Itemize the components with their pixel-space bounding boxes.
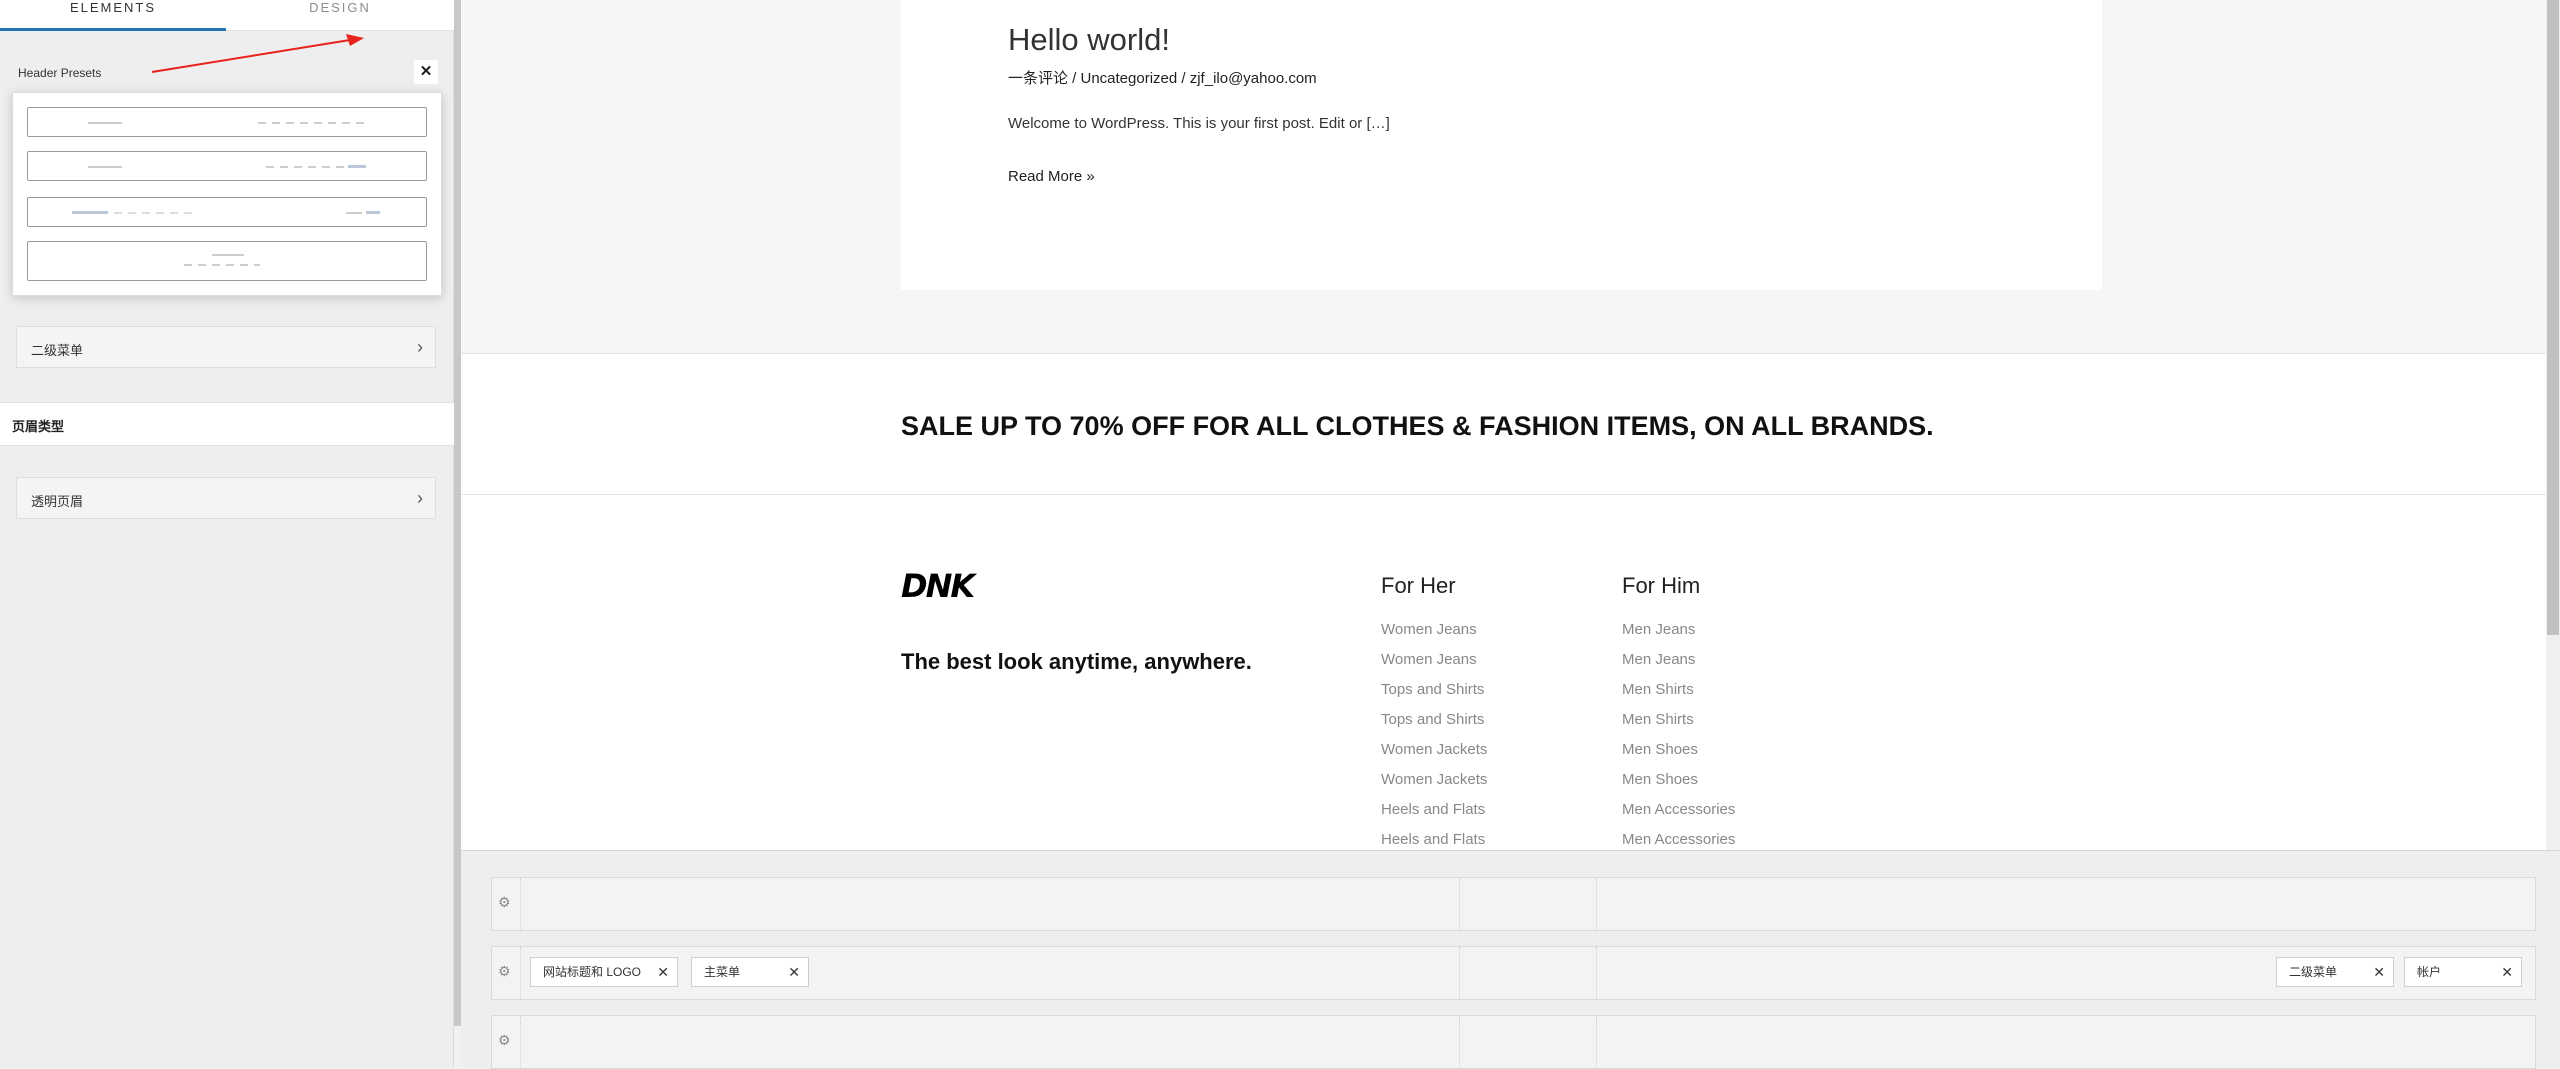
footer-link[interactable]: Men Shirts — [1622, 711, 1735, 741]
footer-tagline: The best look anytime, anywhere. — [901, 649, 1252, 674]
footer-column-title: For Him — [1622, 573, 1701, 598]
header-preset-4[interactable] — [27, 241, 427, 281]
header-preset-1[interactable] — [27, 107, 427, 137]
builder-chip-account[interactable]: 帐户 ✕ — [2404, 957, 2522, 987]
header-presets-label: Header Presets — [18, 66, 102, 80]
chip-label: 帐户 — [2417, 965, 2442, 979]
footer-column-her: For Her Women Jeans Women Jeans Tops and… — [1381, 573, 1487, 850]
site-preview: Hello world! 一条评论 / Uncategorized / zjf_… — [461, 0, 2546, 850]
footer-link[interactable]: Men Accessories — [1622, 831, 1735, 850]
sidebar-item-secondary-menu[interactable]: 二级菜单 › — [16, 326, 436, 368]
chip-label: 网站标题和 LOGO — [543, 965, 642, 979]
post-title[interactable]: Hello world! — [1008, 22, 1170, 58]
tab-elements[interactable]: ELEMENTS — [0, 0, 226, 31]
preview-scrollbar-thumb[interactable] — [2547, 0, 2559, 635]
sidebar-item-transparent-header[interactable]: 透明页眉 › — [16, 477, 436, 519]
chevron-right-icon: › — [417, 488, 423, 508]
chevron-right-icon: › — [417, 337, 423, 357]
header-preset-2[interactable] — [27, 151, 427, 181]
site-logo[interactable]: DNK — [901, 567, 975, 605]
footer-link[interactable]: Men Shirts — [1622, 681, 1735, 711]
footer-link[interactable]: Men Jeans — [1622, 651, 1735, 681]
builder-chip-site-logo[interactable]: 网站标题和 LOGO ✕ — [530, 957, 678, 987]
footer-link[interactable]: Tops and Shirts — [1381, 711, 1487, 741]
footer-link[interactable]: Women Jackets — [1381, 771, 1487, 801]
chip-label: 二级菜单 — [2289, 965, 2338, 979]
footer-link[interactable]: Men Shoes — [1622, 771, 1735, 801]
customizer-sidebar: ELEMENTS DESIGN Header Presets ✕ 二级菜单 › … — [0, 0, 454, 1068]
read-more-link[interactable]: Read More » — [1008, 168, 1095, 185]
footer-column-title: For Her — [1381, 573, 1456, 598]
site-footer: DNK The best look anytime, anywhere. For… — [461, 495, 2546, 850]
header-presets-popup — [12, 92, 442, 296]
footer-link[interactable]: Men Accessories — [1622, 801, 1735, 831]
builder-row-main[interactable]: ⚙ 网站标题和 LOGO ✕ 主菜单 ✕ 二级菜单 ✕ 帐户 ✕ — [491, 946, 2536, 1000]
footer-link[interactable]: Heels and Flats — [1381, 801, 1487, 831]
post-excerpt: Welcome to WordPress. This is your first… — [1008, 115, 1390, 132]
sidebar-scrollbar[interactable] — [454, 0, 461, 1026]
annotation-arrow-icon — [151, 34, 364, 73]
builder-chip-main-menu[interactable]: 主菜单 ✕ — [691, 957, 809, 987]
sidebar-item-label: 二级菜单 — [31, 343, 84, 358]
tab-design[interactable]: DESIGN — [226, 0, 454, 31]
footer-link[interactable]: Men Shoes — [1622, 741, 1735, 771]
post-meta: 一条评论 / Uncategorized / zjf_ilo@yahoo.com — [1008, 70, 1317, 87]
builder-row-top[interactable]: ⚙ — [491, 877, 2536, 931]
chip-label: 主菜单 — [704, 965, 741, 979]
sale-banner: SALE UP TO 70% OFF FOR ALL CLOTHES & FAS… — [461, 353, 2546, 495]
close-icon[interactable]: ✕ — [414, 60, 438, 84]
close-icon[interactable]: ✕ — [788, 958, 800, 986]
section-header: 页眉类型 — [0, 402, 454, 446]
builder-chip-secondary-menu[interactable]: 二级菜单 ✕ — [2276, 957, 2394, 987]
tab-bar: ELEMENTS DESIGN — [0, 0, 454, 31]
gear-icon[interactable]: ⚙ — [498, 1032, 511, 1049]
footer-link[interactable]: Women Jackets — [1381, 741, 1487, 771]
close-icon[interactable]: ✕ — [2373, 958, 2385, 986]
footer-link[interactable]: Women Jeans — [1381, 651, 1487, 681]
close-icon[interactable]: ✕ — [657, 958, 669, 986]
gear-icon[interactable]: ⚙ — [498, 894, 511, 911]
sidebar-item-label: 透明页眉 — [31, 494, 84, 509]
footer-link[interactable]: Tops and Shirts — [1381, 681, 1487, 711]
footer-link[interactable]: Heels and Flats — [1381, 831, 1487, 850]
header-preset-3[interactable] — [27, 197, 427, 227]
footer-link[interactable]: Women Jeans — [1381, 621, 1487, 651]
sale-text: SALE UP TO 70% OFF FOR ALL CLOTHES & FAS… — [901, 411, 1934, 441]
header-builder: ⚙ ⚙ 网站标题和 LOGO ✕ 主菜单 ✕ 二级菜单 ✕ 帐户 ✕ ⚙ — [461, 850, 2560, 1069]
post-card: Hello world! 一条评论 / Uncategorized / zjf_… — [901, 0, 2102, 290]
section-title: 页眉类型 — [12, 419, 65, 434]
footer-link[interactable]: Men Jeans — [1622, 621, 1735, 651]
footer-column-him: For Him Men Jeans Men Jeans Men Shirts M… — [1622, 573, 1735, 850]
builder-row-bottom[interactable]: ⚙ — [491, 1015, 2536, 1069]
gear-icon[interactable]: ⚙ — [498, 963, 511, 980]
close-icon[interactable]: ✕ — [2501, 958, 2513, 986]
